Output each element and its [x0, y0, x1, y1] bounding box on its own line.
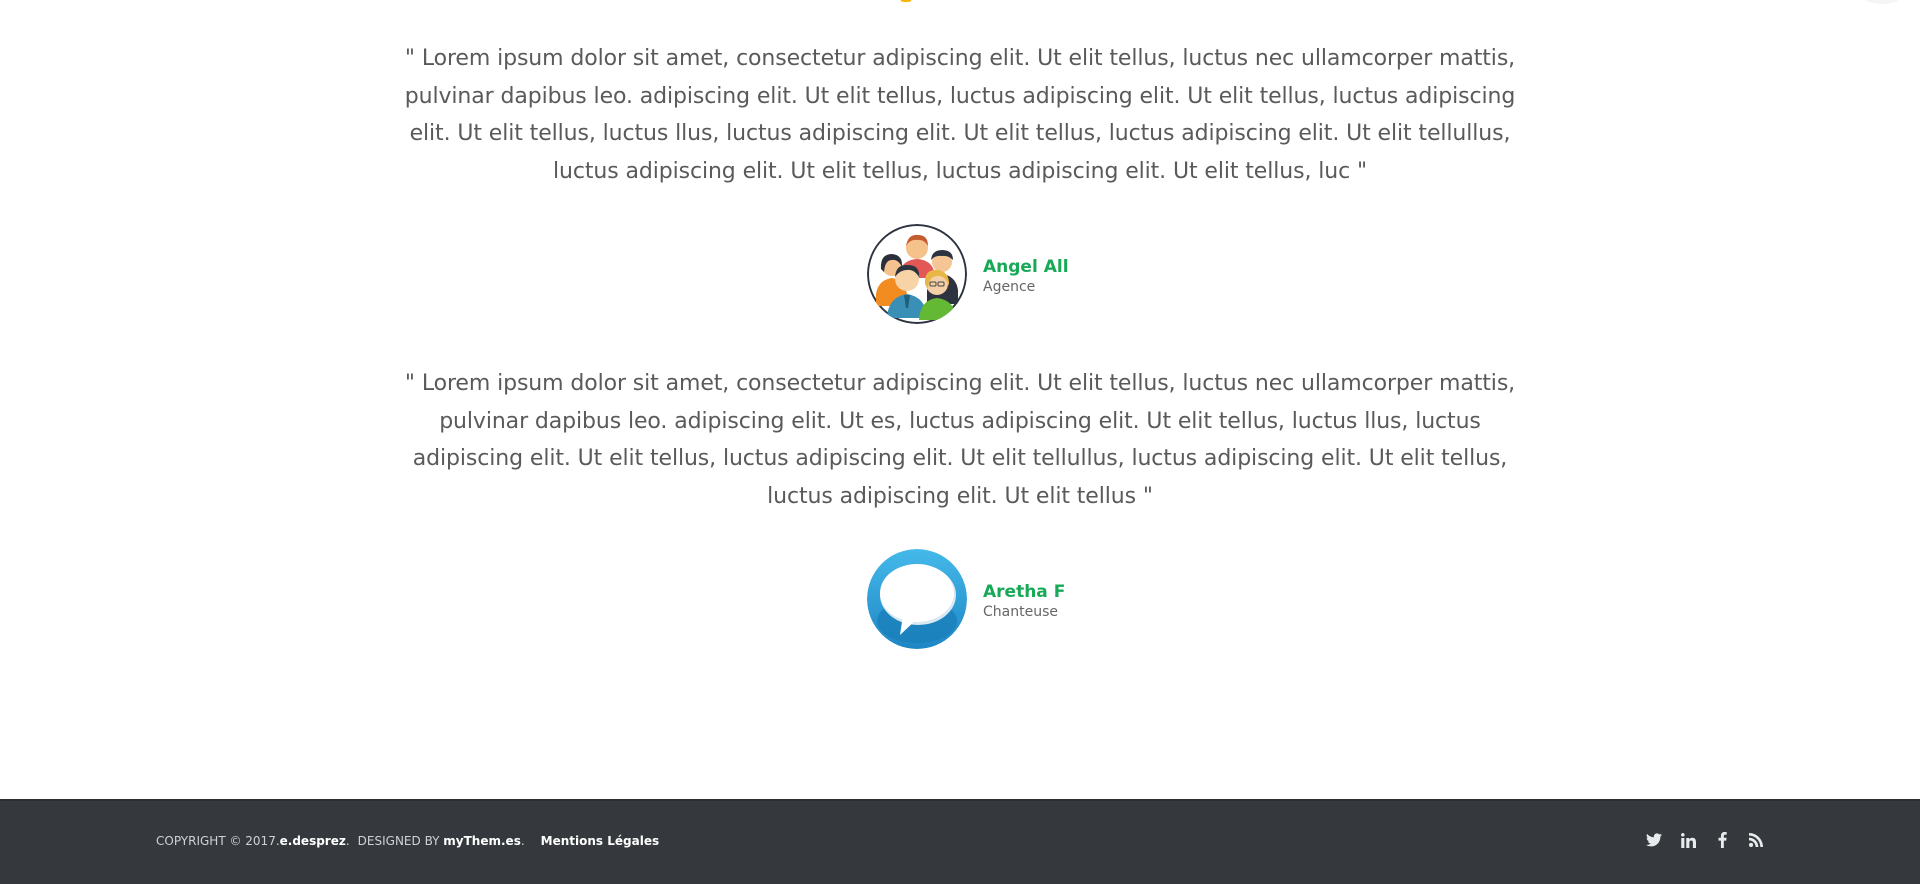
designer-suffix: . — [520, 834, 525, 848]
social-links — [1646, 832, 1764, 848]
legal-notice-link[interactable]: Mentions Légales — [541, 834, 659, 848]
author-role: Chanteuse — [983, 604, 1058, 620]
author-name: Aretha F — [983, 582, 1066, 602]
testimonial-author: Angel All Agence — [867, 224, 1107, 328]
site-footer: COPYRIGHT © 2017.e.desprez. DESIGNED BY m… — [0, 799, 1920, 884]
designed-by-label: DESIGNED BY — [357, 834, 440, 848]
testimonial-quote: " Lorem ipsum dolor sit amet, consectetu… — [404, 371, 1516, 509]
scroll-shadow-edge — [1862, 0, 1902, 4]
testimonial-quote: " Lorem ipsum dolor sit amet, consectetu… — [404, 46, 1516, 184]
author-name: Angel All — [983, 257, 1069, 277]
previous-avatar-edge — [888, 0, 924, 2]
speech-bubble-icon — [867, 549, 967, 649]
testimonial-item: " Lorem ipsum dolor sit amet, consectetu… — [390, 40, 1530, 324]
footer-credits: COPYRIGHT © 2017.e.desprez. DESIGNED BY m… — [156, 834, 659, 848]
rss-icon[interactable] — [1748, 832, 1764, 848]
copyright-suffix: . — [345, 834, 350, 848]
twitter-icon[interactable] — [1646, 832, 1662, 848]
page: " Lorem ipsum dolor sit amet, consectetu… — [0, 0, 1920, 884]
copyright-prefix: COPYRIGHT © 2017. — [156, 834, 280, 848]
designer-link[interactable]: myThem.es — [443, 834, 521, 848]
testimonial-item: " Lorem ipsum dolor sit amet, consectetu… — [390, 365, 1530, 649]
linkedin-icon[interactable] — [1680, 832, 1696, 848]
testimonial-author: Aretha F Chanteuse — [867, 549, 1107, 653]
copyright-owner-link[interactable]: e.desprez — [280, 834, 346, 848]
facebook-icon[interactable] — [1714, 832, 1730, 848]
author-role: Agence — [983, 279, 1036, 295]
group-people-icon — [867, 224, 967, 324]
